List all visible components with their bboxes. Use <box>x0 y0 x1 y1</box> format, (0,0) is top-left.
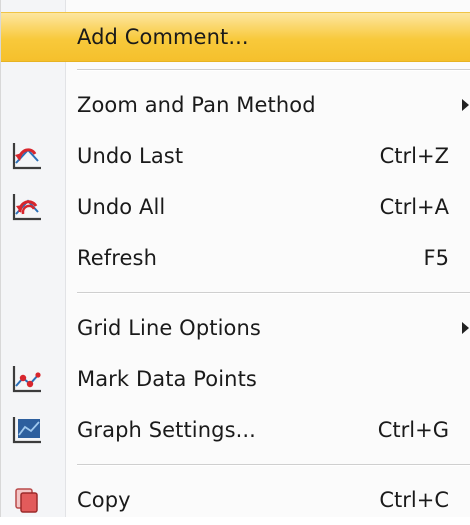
menu-item-label: Graph Settings... <box>77 418 256 442</box>
context-menu: Add Comment... Zoom and Pan Method Undo … <box>0 0 470 517</box>
menu-item-shortcut: Ctrl+C <box>379 488 449 512</box>
menu-item-label: Zoom and Pan Method <box>77 93 316 117</box>
menu-item-copy[interactable]: Copy Ctrl+C <box>1 475 470 525</box>
menu-separator <box>77 292 470 294</box>
menu-item-mark-data-points[interactable]: Mark Data Points <box>1 354 470 404</box>
mark-data-points-icon <box>11 364 43 394</box>
menu-item-shortcut: Ctrl+A <box>379 195 449 219</box>
menu-item-shortcut: Ctrl+Z <box>379 144 449 168</box>
menu-item-shortcut: Ctrl+G <box>377 418 449 442</box>
menu-item-refresh[interactable]: Refresh F5 <box>1 233 470 283</box>
copy-icon <box>11 485 43 515</box>
undo-last-icon <box>11 141 43 171</box>
menu-separator <box>77 69 470 71</box>
menu-item-label: Grid Line Options <box>77 316 261 340</box>
graph-settings-icon <box>11 415 43 445</box>
menu-item-label: Undo Last <box>77 144 184 168</box>
menu-item-undo-all[interactable]: Undo All Ctrl+A <box>1 182 470 232</box>
undo-all-icon <box>11 192 43 222</box>
menu-item-add-comment[interactable]: Add Comment... <box>1 12 470 62</box>
menu-item-label: Undo All <box>77 195 166 219</box>
menu-item-graph-settings[interactable]: Graph Settings... Ctrl+G <box>1 405 470 455</box>
menu-item-label: Copy <box>77 488 131 512</box>
menu-item-zoom-and-pan-method[interactable]: Zoom and Pan Method <box>1 80 470 130</box>
menu-item-label: Add Comment... <box>77 25 249 49</box>
menu-item-shortcut: F5 <box>423 246 449 270</box>
menu-item-label: Refresh <box>77 246 158 270</box>
submenu-arrow-icon <box>462 99 469 111</box>
menu-separator <box>77 464 470 466</box>
menu-item-grid-line-options[interactable]: Grid Line Options <box>1 303 470 353</box>
submenu-arrow-icon <box>462 322 469 334</box>
menu-item-undo-last[interactable]: Undo Last Ctrl+Z <box>1 131 470 181</box>
menu-item-label: Mark Data Points <box>77 367 257 391</box>
